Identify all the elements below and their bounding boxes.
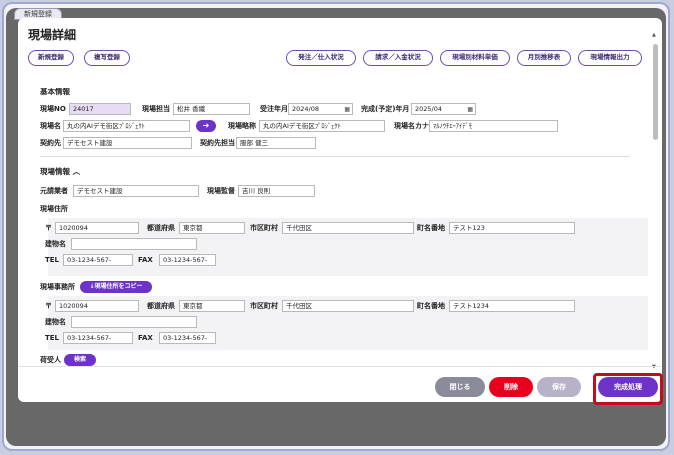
office-prefecture-label: 都道府県 — [147, 302, 175, 310]
site-kana-field[interactable]: ﾏﾙﾉｳﾁｴｰｱｲﾃﾞﾓ — [429, 120, 558, 132]
new-register-button[interactable]: 新規登録 — [28, 50, 74, 66]
order-status-button[interactable]: 発注／仕入状況 — [286, 50, 356, 66]
contractor-label: 契約先 — [40, 139, 61, 147]
close-button[interactable]: 閉じる — [435, 377, 485, 397]
office-postal-code-field[interactable]: 1020094 — [55, 300, 139, 312]
contractor-manager-field[interactable]: 服部 健三 — [236, 137, 316, 149]
site-info-heading-text: 現場情報 — [40, 167, 70, 176]
site-supervisor-label: 現場監督 — [207, 187, 235, 195]
site-address-box: 〒 1020094 都道府県 東京都 市区町村 千代田区 町名番地 テスト123… — [45, 218, 648, 276]
site-detail-modal: 現場詳細 新規登録 複写登録 発注／仕入状況 請求／入金状況 現場別材料単価 月… — [18, 18, 662, 402]
office-street-label: 町名番地 — [417, 302, 445, 310]
street-label: 町名番地 — [417, 224, 445, 232]
postal-code-field[interactable]: 1020094 — [55, 222, 139, 234]
site-no-label: 現場NO — [40, 105, 66, 113]
site-abbrev-label: 現場略称 — [228, 122, 256, 130]
complete-button-highlight — [593, 373, 663, 405]
office-fax-label: FAX — [138, 334, 153, 342]
monthly-trend-button[interactable]: 月別推移表 — [517, 50, 571, 66]
postal-mark: 〒 — [45, 224, 52, 232]
prefecture-label: 都道府県 — [147, 224, 175, 232]
office-tel-field[interactable]: 03-1234-567- — [63, 332, 133, 344]
copy-register-button[interactable]: 複写登録 — [84, 50, 130, 66]
city-label: 市区町村 — [250, 224, 278, 232]
prefecture-field[interactable]: 東京都 — [179, 222, 245, 234]
site-manager-label: 現場担当 — [142, 105, 170, 113]
contractor-manager-label: 契約先担当 — [200, 139, 235, 147]
fax-label: FAX — [138, 256, 153, 264]
site-manager-field[interactable]: 松井 香織 — [173, 103, 250, 115]
site-info-heading[interactable]: 現場情報 ︿ — [40, 166, 80, 177]
order-month-label: 受注年月 — [260, 105, 288, 113]
street-field[interactable]: テスト123 — [449, 222, 575, 234]
billing-status-button[interactable]: 請求／入金状況 — [363, 50, 433, 66]
site-office-box: 〒 1020094 都道府県 東京都 市区町村 千代田区 町名番地 テスト123… — [45, 296, 648, 350]
office-tel-label: TEL — [45, 334, 60, 342]
scroll-thumb[interactable] — [653, 44, 658, 140]
site-info-export-button[interactable]: 現場情報出力 — [578, 50, 642, 66]
site-abbrev-field[interactable]: 丸の内AIデモ街区ﾌﾟﾛｼﾞｪｸﾄ — [259, 120, 385, 132]
site-no-field[interactable]: 24017 — [69, 103, 131, 115]
consignee-label: 荷受人 — [40, 356, 61, 364]
postal-mark: 〒 — [45, 302, 52, 310]
scroll-up-icon[interactable]: ▲ — [652, 32, 656, 38]
site-name-field[interactable]: 丸の内AIデモ街区ﾌﾟﾛｼﾞｪｸﾄ — [63, 120, 190, 132]
site-name-label: 現場名 — [40, 122, 61, 130]
basic-info-heading: 基本情報 — [40, 88, 70, 96]
completion-month-value: 2025/04 — [415, 105, 443, 113]
material-price-button[interactable]: 現場別材料単価 — [440, 50, 510, 66]
office-city-field[interactable]: 千代田区 — [282, 300, 414, 312]
city-field[interactable]: 千代田区 — [282, 222, 414, 234]
vertical-scrollbar[interactable]: ▲ ▼ — [652, 32, 658, 370]
section-divider — [40, 156, 630, 157]
copy-name-arrow-button[interactable]: ➔ — [196, 120, 216, 132]
building-field[interactable] — [71, 238, 197, 250]
footer-divider — [18, 366, 662, 367]
site-kana-label: 現場名カナ — [394, 122, 429, 130]
completion-month-label: 完成(予定)年月 — [361, 105, 410, 113]
copy-site-address-button[interactable]: ↓現場住所をコピー — [80, 281, 152, 293]
site-address-label: 現場住所 — [40, 205, 68, 213]
building-label: 建物名 — [45, 240, 66, 248]
modal-title: 現場詳細 — [28, 28, 77, 42]
office-fax-field[interactable]: 03-1234-567- — [159, 332, 216, 344]
prime-contractor-field[interactable]: デモセスト建設 — [73, 185, 199, 197]
site-supervisor-field[interactable]: 吉川 良則 — [238, 185, 315, 197]
order-month-field[interactable]: 2024/08 ▦ — [288, 103, 353, 115]
tel-field[interactable]: 03-1234-567- — [63, 254, 133, 266]
prime-contractor-label: 元請業者 — [40, 187, 68, 195]
modal-scroll-content[interactable]: 基本情報 現場NO 24017 現場担当 松井 香織 受注年月 2024/08 ▦… — [18, 88, 652, 366]
site-office-label: 現場事務所 — [40, 283, 75, 291]
completion-month-field[interactable]: 2025/04 ▦ — [411, 103, 476, 115]
office-city-label: 市区町村 — [250, 302, 278, 310]
delete-button[interactable]: 削除 — [489, 377, 533, 397]
office-building-field[interactable] — [71, 316, 197, 328]
chevron-up-icon[interactable]: ︿ — [73, 167, 81, 176]
order-month-value: 2024/08 — [292, 105, 320, 113]
scroll-down-icon[interactable]: ▼ — [652, 364, 656, 370]
calendar-icon[interactable]: ▦ — [467, 105, 473, 114]
office-street-field[interactable]: テスト1234 — [449, 300, 575, 312]
contractor-field[interactable]: デモセスト建設 — [63, 137, 192, 149]
tel-label: TEL — [45, 256, 60, 264]
office-prefecture-field[interactable]: 東京都 — [179, 300, 245, 312]
save-button[interactable]: 保存 — [537, 377, 581, 397]
fax-field[interactable]: 03-1234-567- — [159, 254, 216, 266]
office-building-label: 建物名 — [45, 318, 66, 326]
consignee-search-button[interactable]: 検索 — [64, 354, 96, 366]
calendar-icon[interactable]: ▦ — [344, 105, 350, 114]
